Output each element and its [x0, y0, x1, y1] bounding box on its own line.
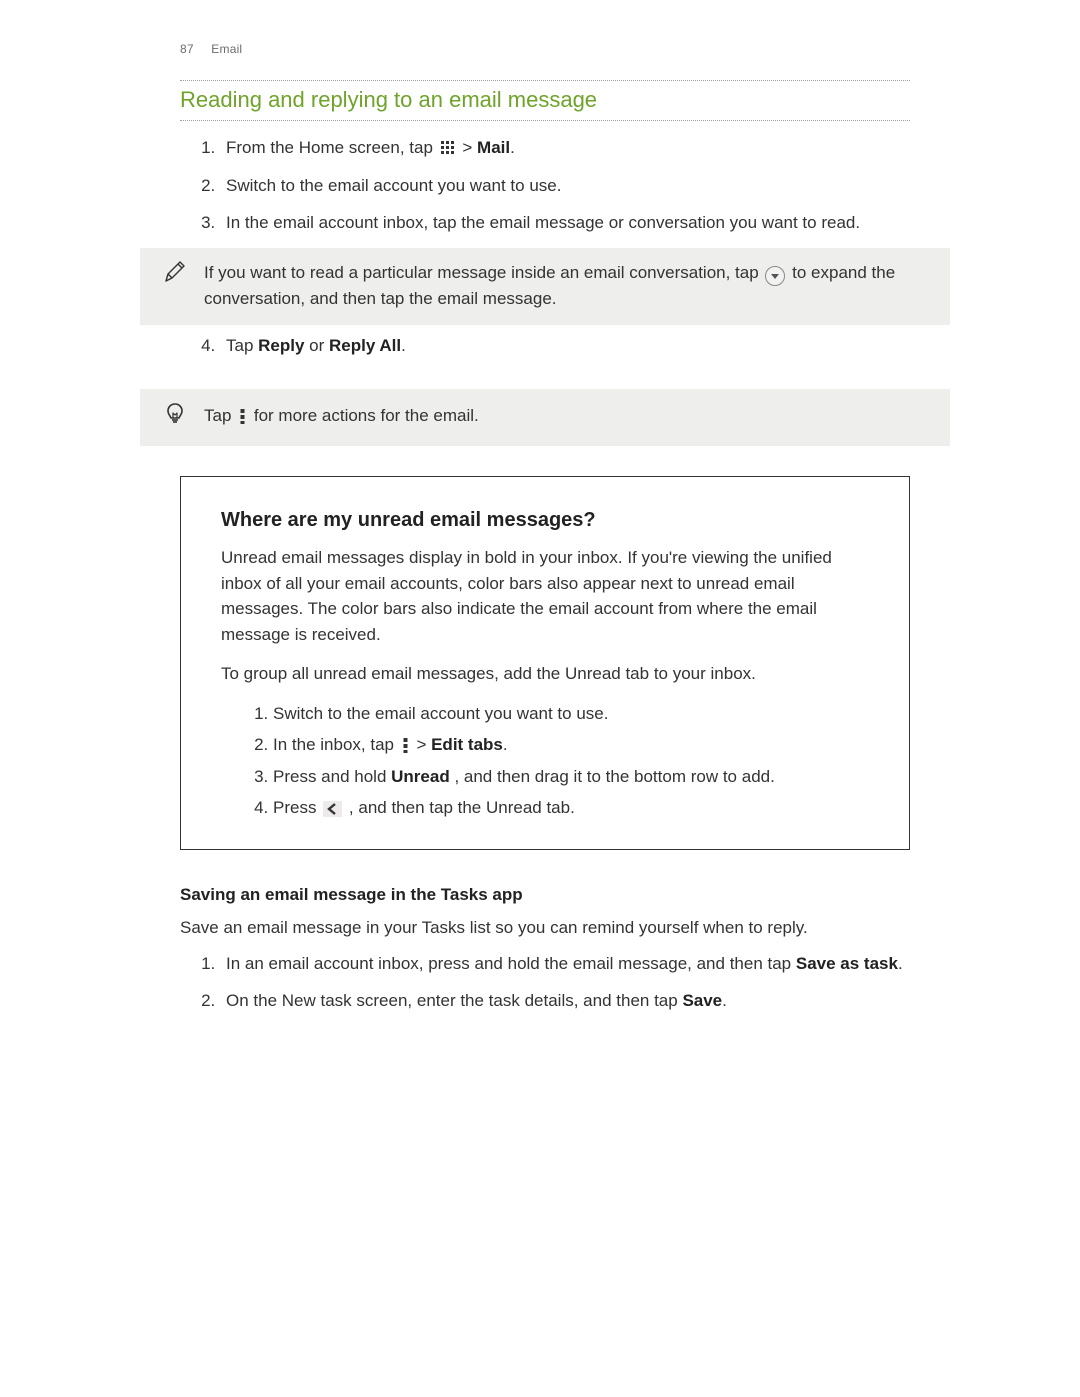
overflow-menu-icon — [238, 408, 247, 424]
steps-list-tasks: In an email account inbox, press and hol… — [180, 951, 910, 1014]
step-item: Switch to the email account you want to … — [220, 173, 910, 199]
section-title: Reading and replying to an email message — [180, 83, 910, 116]
infobox-steps: Switch to the email account you want to … — [221, 701, 869, 821]
note-body: If you want to read a particular message… — [204, 260, 910, 312]
step-text: In the email account inbox, tap the emai… — [226, 213, 860, 232]
step-text: > — [462, 138, 477, 157]
subsection-heading: Saving an email message in the Tasks app — [180, 882, 910, 908]
step-item: Press , and then tap the Unread tab. — [273, 795, 869, 821]
step-item: From the Home screen, tap > Mail. — [220, 135, 910, 161]
tip-callout: Tap for more actions for the email. — [140, 389, 950, 447]
tip-body: Tap for more actions for the email. — [204, 403, 910, 433]
step-text: On the New task screen, enter the task d… — [226, 991, 682, 1010]
step-text: Press — [273, 798, 321, 817]
step-action: Reply — [258, 336, 304, 355]
step-action: Unread — [391, 767, 450, 786]
step-action: Edit tabs — [431, 735, 503, 754]
step-text: Switch to the email account you want to … — [273, 704, 608, 723]
note-callout: If you want to read a particular message… — [140, 248, 950, 326]
step-text: From the Home screen, tap — [226, 138, 438, 157]
step-text: , and then drag it to the bottom row to … — [454, 767, 774, 786]
step-action: Save as task — [796, 954, 898, 973]
back-icon — [323, 801, 342, 817]
step-text: or — [309, 336, 329, 355]
subsection-intro: Save an email message in your Tasks list… — [180, 915, 910, 941]
all-apps-icon — [440, 140, 456, 156]
expand-conversation-icon — [765, 266, 785, 286]
step-text: Tap — [226, 336, 258, 355]
step-item: On the New task screen, enter the task d… — [220, 988, 910, 1014]
infobox-heading: Where are my unread email messages? — [221, 505, 869, 535]
step-action: Save — [682, 991, 722, 1010]
infobox-paragraph: To group all unread email messages, add … — [221, 661, 869, 687]
lightbulb-tip-icon — [162, 401, 188, 433]
step-action: Reply All — [329, 336, 401, 355]
tip-text: for more actions for the email. — [254, 406, 479, 425]
step-item: Tap Reply or Reply All. — [220, 333, 910, 359]
step-text: . — [510, 138, 515, 157]
step-app-name: Mail — [477, 138, 510, 157]
infobox-paragraph: Unread email messages display in bold in… — [221, 545, 869, 647]
step-text: Switch to the email account you want to … — [226, 176, 561, 195]
steps-list-primary: From the Home screen, tap > Mail. Switch… — [180, 135, 910, 236]
manual-page: 87 Email Reading and replying to an emai… — [0, 0, 1080, 1397]
step-text: In the inbox, tap — [273, 735, 399, 754]
header-section: Email — [211, 42, 242, 56]
infobox-unread: Where are my unread email messages? Unre… — [180, 476, 910, 850]
step-text: > — [416, 735, 431, 754]
step-item: Press and hold Unread , and then drag it… — [273, 764, 869, 790]
step-item: In an email account inbox, press and hol… — [220, 951, 910, 977]
step-text: . — [503, 735, 508, 754]
step-text: . — [898, 954, 903, 973]
step-text: . — [401, 336, 406, 355]
step-text: Press and hold — [273, 767, 391, 786]
step-item: In the email account inbox, tap the emai… — [220, 210, 910, 236]
tip-text: Tap — [204, 406, 236, 425]
step-text: . — [722, 991, 727, 1010]
running-header: 87 Email — [180, 40, 910, 58]
step-text: In an email account inbox, press and hol… — [226, 954, 796, 973]
steps-list-continue: Tap Reply or Reply All. — [180, 333, 910, 359]
note-text: If you want to read a particular message… — [204, 263, 763, 282]
step-text: , and then tap the Unread tab. — [349, 798, 575, 817]
step-item: Switch to the email account you want to … — [273, 701, 869, 727]
overflow-menu-icon — [401, 737, 410, 753]
pencil-note-icon — [162, 260, 188, 312]
step-item: In the inbox, tap > Edit tabs. — [273, 732, 869, 758]
section-title-bar: Reading and replying to an email message — [180, 80, 910, 121]
page-number: 87 — [180, 42, 194, 56]
